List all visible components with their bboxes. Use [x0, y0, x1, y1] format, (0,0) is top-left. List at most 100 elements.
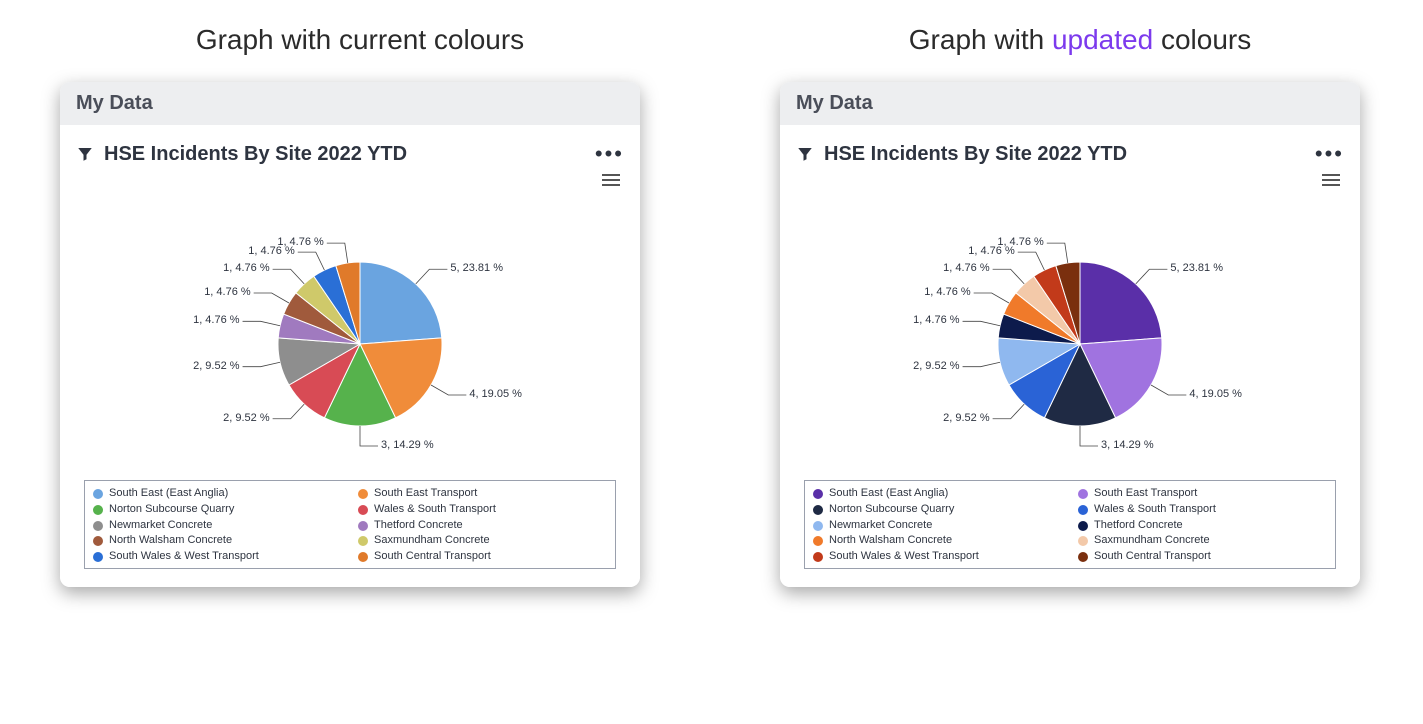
- legend-item[interactable]: South Central Transport: [1078, 550, 1327, 564]
- legend-swatch: [358, 536, 368, 546]
- legend-swatch: [1078, 521, 1088, 531]
- caption-current: Graph with current colours: [156, 20, 564, 64]
- legend-swatch: [93, 505, 103, 515]
- slice-label: 1, 4.76 %: [997, 236, 1043, 248]
- legend-item[interactable]: Saxmundham Concrete: [358, 534, 607, 548]
- legend-item[interactable]: South East Transport: [358, 487, 607, 501]
- legend-swatch: [93, 521, 103, 531]
- legend-item[interactable]: North Walsham Concrete: [813, 534, 1062, 548]
- legend-item[interactable]: South East (East Anglia): [93, 487, 342, 501]
- legend-swatch: [813, 489, 823, 499]
- slice-label: 1, 4.76 %: [277, 236, 323, 248]
- legend-label: Saxmundham Concrete: [374, 534, 490, 548]
- more-menu-icon[interactable]: •••: [1315, 141, 1344, 167]
- legend-item[interactable]: Newmarket Concrete: [813, 519, 1062, 533]
- legend-item[interactable]: South East Transport: [1078, 487, 1327, 501]
- panel-header: My Data: [60, 82, 640, 125]
- legend-item[interactable]: Norton Subcourse Quarry: [813, 503, 1062, 517]
- legend-label: South East (East Anglia): [829, 487, 948, 501]
- legend-swatch: [813, 552, 823, 562]
- legend-swatch: [358, 521, 368, 531]
- legend-swatch: [813, 521, 823, 531]
- legend: South East (East Anglia) South East Trans…: [804, 480, 1336, 569]
- legend-swatch: [358, 552, 368, 562]
- slice-label: 2, 9.52 %: [943, 412, 989, 424]
- legend-item[interactable]: North Walsham Concrete: [93, 534, 342, 548]
- slice-label: 2, 9.52 %: [193, 360, 239, 372]
- slice-label: 4, 19.05 %: [469, 388, 522, 400]
- chart-title: HSE Incidents By Site 2022 YTD: [104, 143, 585, 166]
- legend-swatch: [1078, 536, 1088, 546]
- legend: South East (East Anglia) South East Trans…: [84, 480, 616, 569]
- filter-icon[interactable]: [76, 145, 94, 163]
- legend-label: Wales & South Transport: [374, 503, 496, 517]
- legend-label: Newmarket Concrete: [829, 519, 932, 533]
- legend-item[interactable]: South East (East Anglia): [813, 487, 1062, 501]
- legend-swatch: [93, 536, 103, 546]
- legend-label: Saxmundham Concrete: [1094, 534, 1210, 548]
- legend-label: Wales & South Transport: [1094, 503, 1216, 517]
- pie-slice[interactable]: [360, 262, 442, 344]
- legend-swatch: [813, 505, 823, 515]
- slice-label: 5, 23.81 %: [1170, 262, 1223, 274]
- caption-text: Graph with current colours: [196, 24, 524, 55]
- more-menu-icon[interactable]: •••: [595, 141, 624, 167]
- legend-item[interactable]: Norton Subcourse Quarry: [93, 503, 342, 517]
- legend-swatch: [1078, 489, 1088, 499]
- legend-swatch: [358, 505, 368, 515]
- slice-label: 1, 4.76 %: [223, 262, 269, 274]
- legend-item[interactable]: South Wales & West Transport: [93, 550, 342, 564]
- legend-item[interactable]: South Wales & West Transport: [813, 550, 1062, 564]
- slice-label: 1, 4.76 %: [943, 262, 989, 274]
- legend-label: Thetford Concrete: [1094, 519, 1183, 533]
- pie-chart[interactable]: 5, 23.81 % 4, 19.05 % 3, 14.29 % 2, 9.52 % 2…: [790, 194, 1350, 474]
- legend-label: South East Transport: [1094, 487, 1197, 501]
- legend-swatch: [1078, 505, 1088, 515]
- slice-label: 4, 19.05 %: [1189, 388, 1242, 400]
- pie-slice[interactable]: [1080, 262, 1162, 344]
- legend-label: North Walsham Concrete: [109, 534, 232, 548]
- legend-swatch: [813, 536, 823, 546]
- slice-label: 1, 4.76 %: [913, 314, 959, 326]
- slice-label: 3, 14.29 %: [381, 439, 434, 451]
- legend-label: Norton Subcourse Quarry: [109, 503, 234, 517]
- filter-icon[interactable]: [796, 145, 814, 163]
- legend-item[interactable]: Wales & South Transport: [358, 503, 607, 517]
- legend-item[interactable]: Saxmundham Concrete: [1078, 534, 1327, 548]
- legend-item[interactable]: Thetford Concrete: [358, 519, 607, 533]
- caption-text: colours: [1153, 24, 1251, 55]
- legend-item[interactable]: South Central Transport: [358, 550, 607, 564]
- panel-header: My Data: [780, 82, 1360, 125]
- slice-label: 1, 4.76 %: [204, 286, 250, 298]
- legend-label: South Wales & West Transport: [829, 550, 979, 564]
- legend-swatch: [1078, 552, 1088, 562]
- slice-label: 5, 23.81 %: [450, 262, 503, 274]
- slice-label: 2, 9.52 %: [913, 360, 959, 372]
- card-updated: My Data HSE Incidents By Site 2022 YTD •…: [780, 82, 1360, 587]
- legend-label: South East (East Anglia): [109, 487, 228, 501]
- legend-swatch: [93, 552, 103, 562]
- chart-menu-icon[interactable]: [602, 171, 620, 189]
- legend-swatch: [358, 489, 368, 499]
- legend-label: Norton Subcourse Quarry: [829, 503, 954, 517]
- legend-label: Newmarket Concrete: [109, 519, 212, 533]
- chart-menu-icon[interactable]: [1322, 171, 1340, 189]
- slice-label: 2, 9.52 %: [223, 412, 269, 424]
- legend-label: South East Transport: [374, 487, 477, 501]
- legend-swatch: [93, 489, 103, 499]
- legend-label: South Central Transport: [374, 550, 491, 564]
- legend-item[interactable]: Thetford Concrete: [1078, 519, 1327, 533]
- legend-label: South Central Transport: [1094, 550, 1211, 564]
- slice-label: 3, 14.29 %: [1101, 439, 1154, 451]
- caption-updated: Graph with updated colours: [869, 20, 1291, 64]
- slice-label: 1, 4.76 %: [193, 314, 239, 326]
- chart-title: HSE Incidents By Site 2022 YTD: [824, 143, 1305, 166]
- pie-chart[interactable]: 5, 23.81 % 4, 19.05 % 3, 14.29 % 2, 9.52 % 2…: [70, 194, 630, 474]
- slice-label: 1, 4.76 %: [924, 286, 970, 298]
- legend-label: North Walsham Concrete: [829, 534, 952, 548]
- legend-item[interactable]: Newmarket Concrete: [93, 519, 342, 533]
- caption-accent: updated: [1052, 24, 1153, 55]
- legend-item[interactable]: Wales & South Transport: [1078, 503, 1327, 517]
- caption-text: Graph with: [909, 24, 1052, 55]
- legend-label: Thetford Concrete: [374, 519, 463, 533]
